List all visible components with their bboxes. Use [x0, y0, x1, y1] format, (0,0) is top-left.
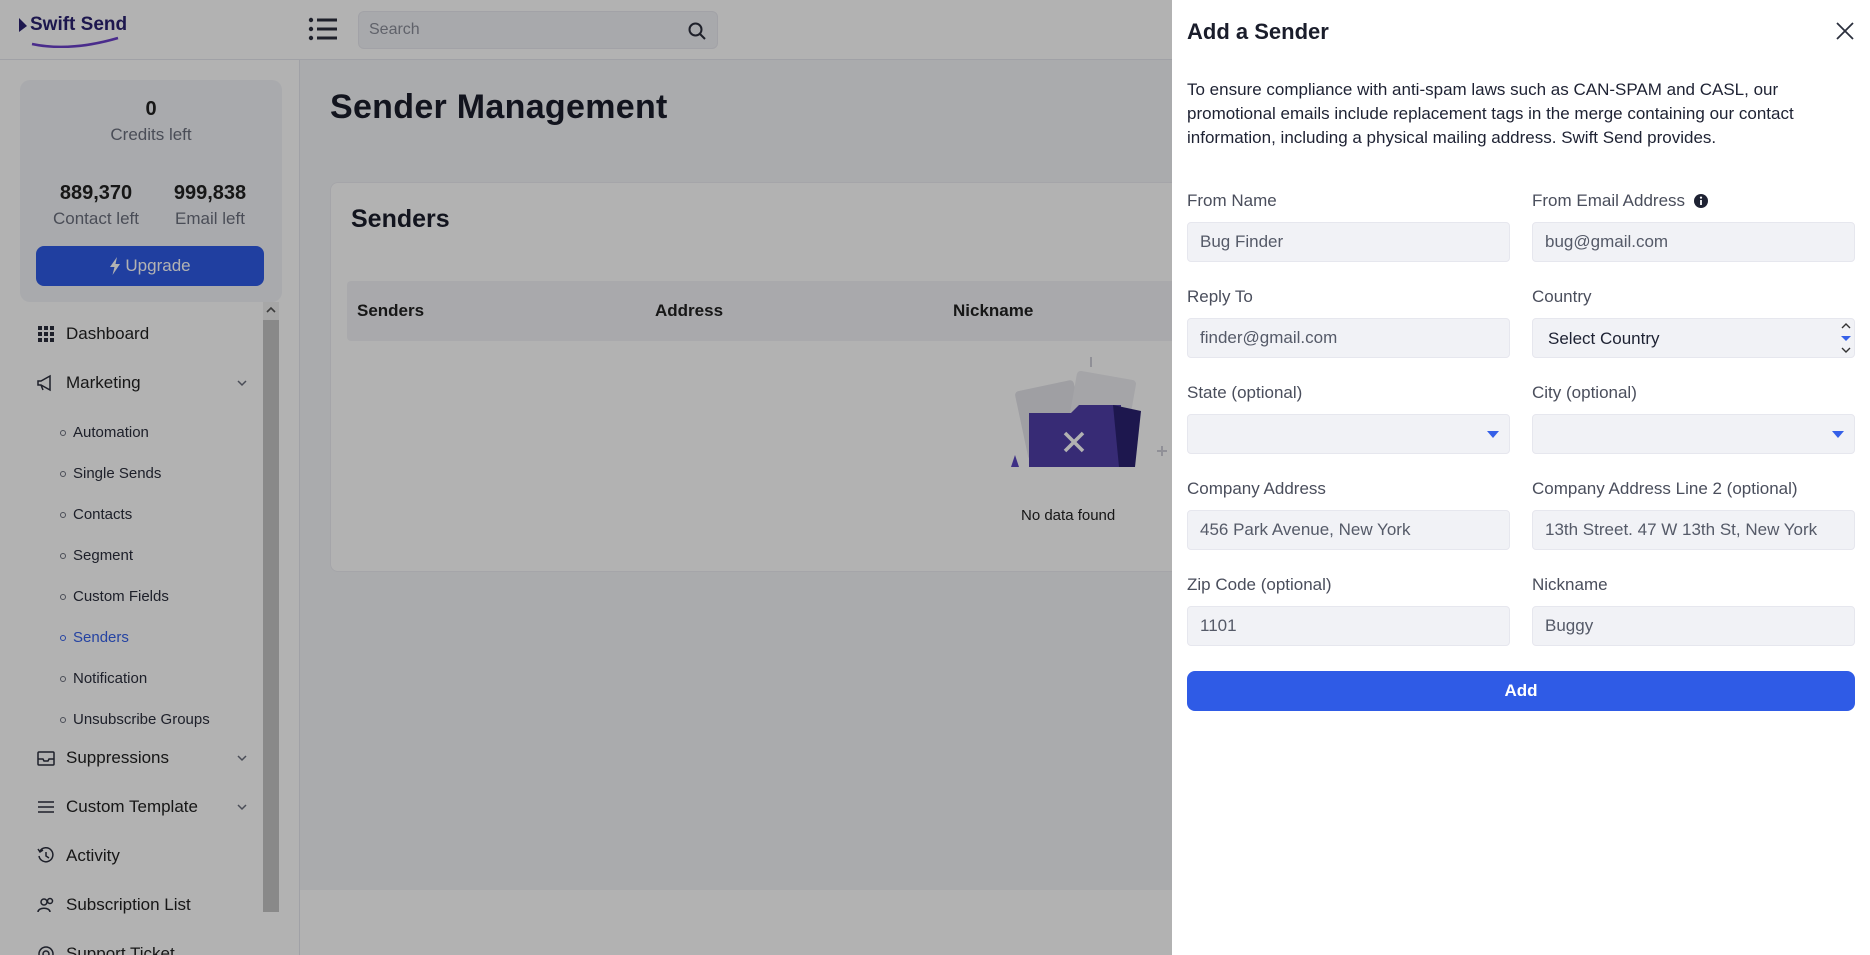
state-label-text: State (optional): [1187, 383, 1303, 402]
drawer-description: To ensure compliance with anti-spam laws…: [1187, 80, 1794, 147]
caret-down-icon: [1487, 431, 1499, 438]
country-select-value: Select Country: [1548, 329, 1660, 348]
from-name-label-text: From Name: [1187, 191, 1277, 210]
zip-code-input[interactable]: [1187, 606, 1510, 646]
add-sender-drawer: Add a Sender To ensure compliance with a…: [1172, 0, 1870, 955]
company-address-2-label: Company Address Line 2 (optional): [1532, 479, 1798, 499]
city-label: City (optional): [1532, 383, 1637, 403]
country-label-text: Country: [1532, 287, 1592, 306]
country-label: Country: [1532, 287, 1592, 307]
company-address-2-label-text: Company Address Line 2 (optional): [1532, 479, 1798, 498]
drawer-title: Add a Sender: [1187, 19, 1329, 44]
close-icon[interactable]: [1834, 20, 1856, 42]
reply-to-label: Reply To: [1187, 287, 1253, 307]
reply-to-label-text: Reply To: [1187, 287, 1253, 306]
from-name-label: From Name: [1187, 191, 1277, 211]
company-address-label-text: Company Address: [1187, 479, 1326, 498]
reply-to-input[interactable]: [1187, 318, 1510, 358]
info-icon[interactable]: [1693, 193, 1709, 209]
city-label-text: City (optional): [1532, 383, 1637, 402]
nickname-label: Nickname: [1532, 575, 1608, 595]
caret-down-icon: [1832, 431, 1844, 438]
nickname-label-text: Nickname: [1532, 575, 1608, 594]
add-sender-button[interactable]: Add: [1187, 671, 1855, 711]
city-select[interactable]: [1532, 414, 1855, 454]
zip-code-label-text: Zip Code (optional): [1187, 575, 1332, 594]
spinner-arrows-icon[interactable]: [1840, 321, 1852, 357]
company-address-2-input[interactable]: [1532, 510, 1855, 550]
from-name-input[interactable]: [1187, 222, 1510, 262]
from-email-label-text: From Email Address: [1532, 191, 1686, 210]
state-select[interactable]: [1187, 414, 1510, 454]
nickname-input[interactable]: [1532, 606, 1855, 646]
from-email-input[interactable]: [1532, 222, 1855, 262]
zip-code-label: Zip Code (optional): [1187, 575, 1332, 595]
country-select[interactable]: Select Country: [1532, 318, 1855, 358]
company-address-input[interactable]: [1187, 510, 1510, 550]
company-address-label: Company Address: [1187, 479, 1326, 499]
from-email-label: From Email Address: [1532, 191, 1709, 211]
state-label: State (optional): [1187, 383, 1302, 403]
